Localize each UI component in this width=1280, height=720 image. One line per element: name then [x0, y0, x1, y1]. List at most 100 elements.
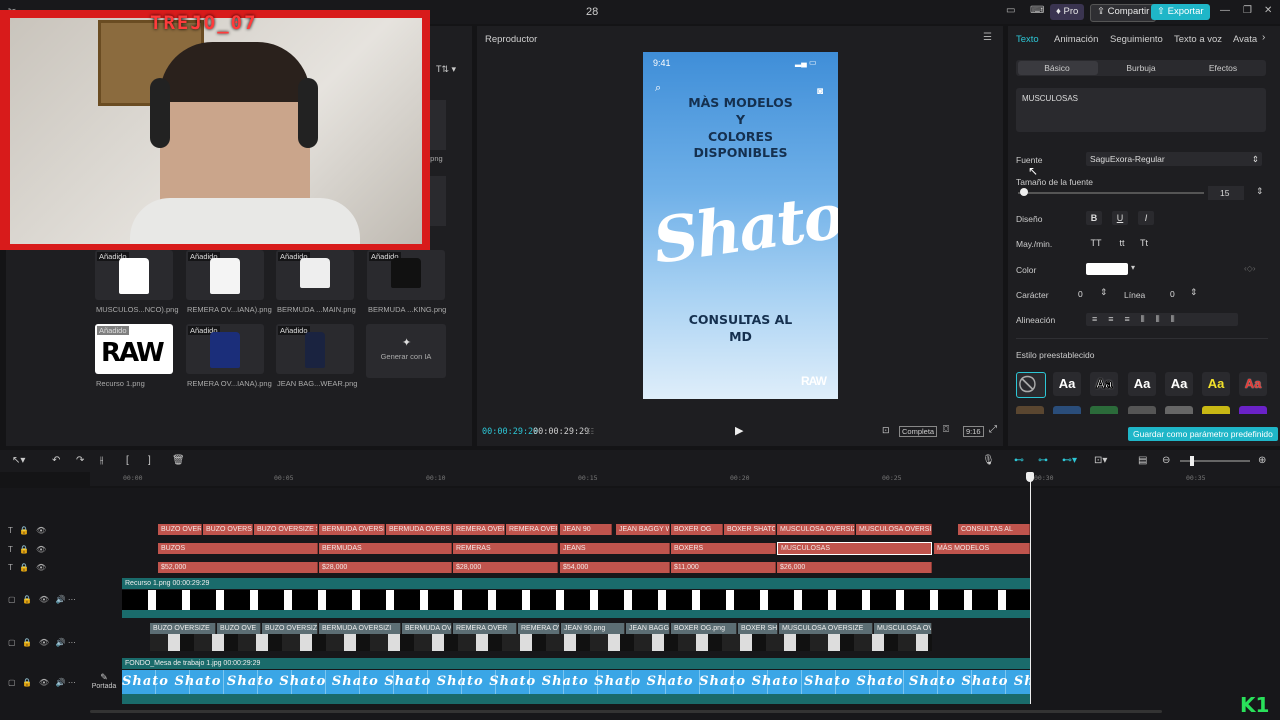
background-clip-thumbnails[interactable]: Shato Shato Shato Shato Shato Shato Shat… [122, 670, 1030, 694]
maximize-icon[interactable]: ❐ [1243, 5, 1252, 16]
quality-button[interactable]: Completa [899, 426, 938, 437]
pro-button[interactable]: ♦ Pro [1050, 4, 1085, 20]
preview-icon[interactable]: ⊡▾ [1094, 455, 1107, 466]
media-thumb[interactable]: Añadido [276, 250, 354, 300]
stepper-icon[interactable]: ⇕ [1190, 287, 1198, 298]
select-tool-icon[interactable]: ↖▾ [12, 455, 25, 466]
preset-style-swatch[interactable] [1053, 406, 1081, 414]
uppercase-button[interactable]: TT [1088, 236, 1104, 250]
text-track-controls[interactable]: T 🔒 👁 [8, 526, 46, 535]
background-clip-header[interactable]: FONDO_Mesa de trabajo 1.jpg 00:00:29:29 [122, 658, 1030, 669]
text-clip[interactable]: BOXERS [671, 543, 776, 554]
video-clip[interactable]: BOXER OG.png [671, 623, 737, 634]
video-clip[interactable]: JEAN 90.png [561, 623, 625, 634]
zoom-slider-handle[interactable] [1190, 456, 1194, 466]
bold-button[interactable]: B [1086, 211, 1102, 225]
align-vertical-bottom-icon[interactable]: ⦀ [1171, 314, 1186, 324]
playhead-handle[interactable] [1026, 472, 1034, 482]
zoom-in-icon[interactable]: ⊕ [1258, 455, 1266, 466]
text-clip[interactable]: BUZO OVERSIZE SL [254, 524, 318, 535]
text-clip[interactable]: JEANS [560, 543, 670, 554]
image-clip-thumbnails[interactable] [122, 590, 1030, 610]
trim-right-icon[interactable]: ] [148, 455, 151, 466]
magnet-icon[interactable]: ⊶ [1038, 455, 1048, 466]
text-clip[interactable]: BOXER OG [671, 524, 723, 535]
media-thumb[interactable]: Añadido [276, 324, 354, 374]
text-clip[interactable]: $11,000 [671, 562, 776, 573]
link-icon[interactable]: ⊷ [1014, 455, 1024, 466]
media-thumb[interactable]: Añadido [95, 250, 173, 300]
media-thumb[interactable]: Añadido [367, 250, 445, 300]
video-track-controls[interactable]: ▢ 🔒 👁 🔊 ⋯ [8, 638, 76, 647]
text-clip[interactable]: $28,000 [319, 562, 452, 573]
close-icon[interactable]: ✕ [1264, 5, 1272, 16]
video-clip[interactable]: BUZO OVERSIZE [150, 623, 216, 634]
character-spacing-input[interactable]: 0 [1068, 287, 1104, 301]
subtab-bubble[interactable]: Burbuja [1100, 63, 1182, 73]
lowercase-button[interactable]: tt [1114, 236, 1130, 250]
preset-style[interactable]: Aa [1053, 372, 1081, 396]
font-select[interactable]: SaguExora-Regular ⇕ [1086, 152, 1262, 166]
text-clip[interactable]: MUSCULOSA OVERSIZE [777, 524, 855, 535]
text-clip[interactable]: $52,000 [158, 562, 318, 573]
video-clip[interactable]: REMERA OV [518, 623, 560, 634]
preset-style[interactable]: Aa [1239, 372, 1267, 396]
video-clip[interactable]: MUSCULOSA OVE [874, 623, 932, 634]
subtab-basic[interactable]: Básico [1016, 63, 1098, 73]
text-clip[interactable]: BUZO OVERSIZ [203, 524, 253, 535]
text-clip[interactable]: JEAN BAGGY W [616, 524, 670, 535]
play-icon[interactable]: ▶ [735, 424, 743, 437]
preset-style-swatch[interactable] [1128, 406, 1156, 414]
list-icon[interactable]: ☷ [587, 427, 594, 436]
preset-style-swatch[interactable] [1202, 406, 1230, 414]
menu-icon[interactable]: ☰ [983, 32, 992, 43]
video-preview[interactable]: 9:41 ▂▄ ▭ ⌕ ◙ MÀS MODELOS Y COLORES DISP… [643, 52, 838, 399]
text-clip[interactable]: JEAN 90 [560, 524, 612, 535]
titlecase-button[interactable]: Tt [1136, 236, 1152, 250]
playhead[interactable] [1030, 472, 1031, 704]
subtab-effects[interactable]: Efectos [1182, 63, 1264, 73]
zoom-out-icon[interactable]: ⊖ [1162, 455, 1170, 466]
tab-avatar[interactable]: Avata [1233, 34, 1257, 45]
underline-button[interactable]: U [1112, 211, 1128, 225]
text-track-controls[interactable]: T 🔒 👁 [8, 563, 46, 572]
delete-icon[interactable]: 🗑 [172, 455, 185, 466]
horizontal-scrollbar[interactable] [90, 710, 1162, 713]
redo-icon[interactable]: ↷ [76, 455, 84, 466]
text-clip[interactable]: REMERA OVERS [506, 524, 558, 535]
image-clip-header[interactable]: Recurso 1.png 00:00:29:29 [122, 578, 1030, 589]
video-track-controls[interactable]: ▢ 🔒 👁 🔊 ⋯ [8, 595, 76, 604]
generate-ai-button[interactable]: ✦ Generar con IA [366, 324, 446, 378]
sort-icon[interactable]: T⇅ ▾ [436, 64, 456, 75]
text-clip-selected[interactable]: MUSCULOSAS [777, 542, 932, 555]
tab-text-to-speech[interactable]: Texto a voz [1174, 34, 1222, 45]
main-track-controls[interactable]: ▢ 🔒 👁 🔊 ⋯ [8, 678, 76, 687]
video-clip[interactable]: BOXER SHA [738, 623, 778, 634]
trim-left-icon[interactable]: [ [126, 455, 129, 466]
text-clip[interactable]: $26,000 [777, 562, 932, 573]
text-clip[interactable]: CONSULTAS AL [958, 524, 1030, 535]
tab-animation[interactable]: Animación [1054, 34, 1098, 45]
color-swatch[interactable] [1086, 263, 1128, 275]
tab-text[interactable]: Texto [1016, 34, 1039, 45]
text-clip[interactable]: MUSCULOSA OVERSIZE [856, 524, 932, 535]
preset-style[interactable]: Aa [1128, 372, 1156, 396]
preset-style-swatch[interactable] [1090, 406, 1118, 414]
text-clip[interactable]: BUZO OVERSI [158, 524, 202, 535]
zoom-fit-icon[interactable]: ⊡ [882, 425, 890, 436]
font-size-slider-handle[interactable] [1020, 188, 1028, 196]
chevron-down-icon[interactable]: ▾ [1131, 263, 1135, 272]
video-clip[interactable]: BERMUDA OVE [402, 623, 452, 634]
snapshot-icon[interactable]: ⌼ [943, 424, 949, 435]
preset-style[interactable]: Aa [1165, 372, 1193, 396]
video-clip[interactable]: BUZO OVE [217, 623, 261, 634]
italic-button[interactable]: I [1138, 211, 1154, 225]
video-clip[interactable]: MUSCULOSA OVERSIZE [779, 623, 873, 634]
text-clip[interactable]: $54,000 [560, 562, 670, 573]
keyframe-icon[interactable]: ‹◇› [1244, 264, 1255, 273]
align-left-icon[interactable]: ≡ [1092, 314, 1108, 324]
font-size-input[interactable]: 15 [1208, 186, 1244, 200]
text-clip[interactable]: REMERA OVERS [453, 524, 505, 535]
text-clip[interactable]: MÀS MODELOS [934, 543, 1030, 554]
align-center-icon[interactable]: ≡ [1108, 314, 1124, 324]
